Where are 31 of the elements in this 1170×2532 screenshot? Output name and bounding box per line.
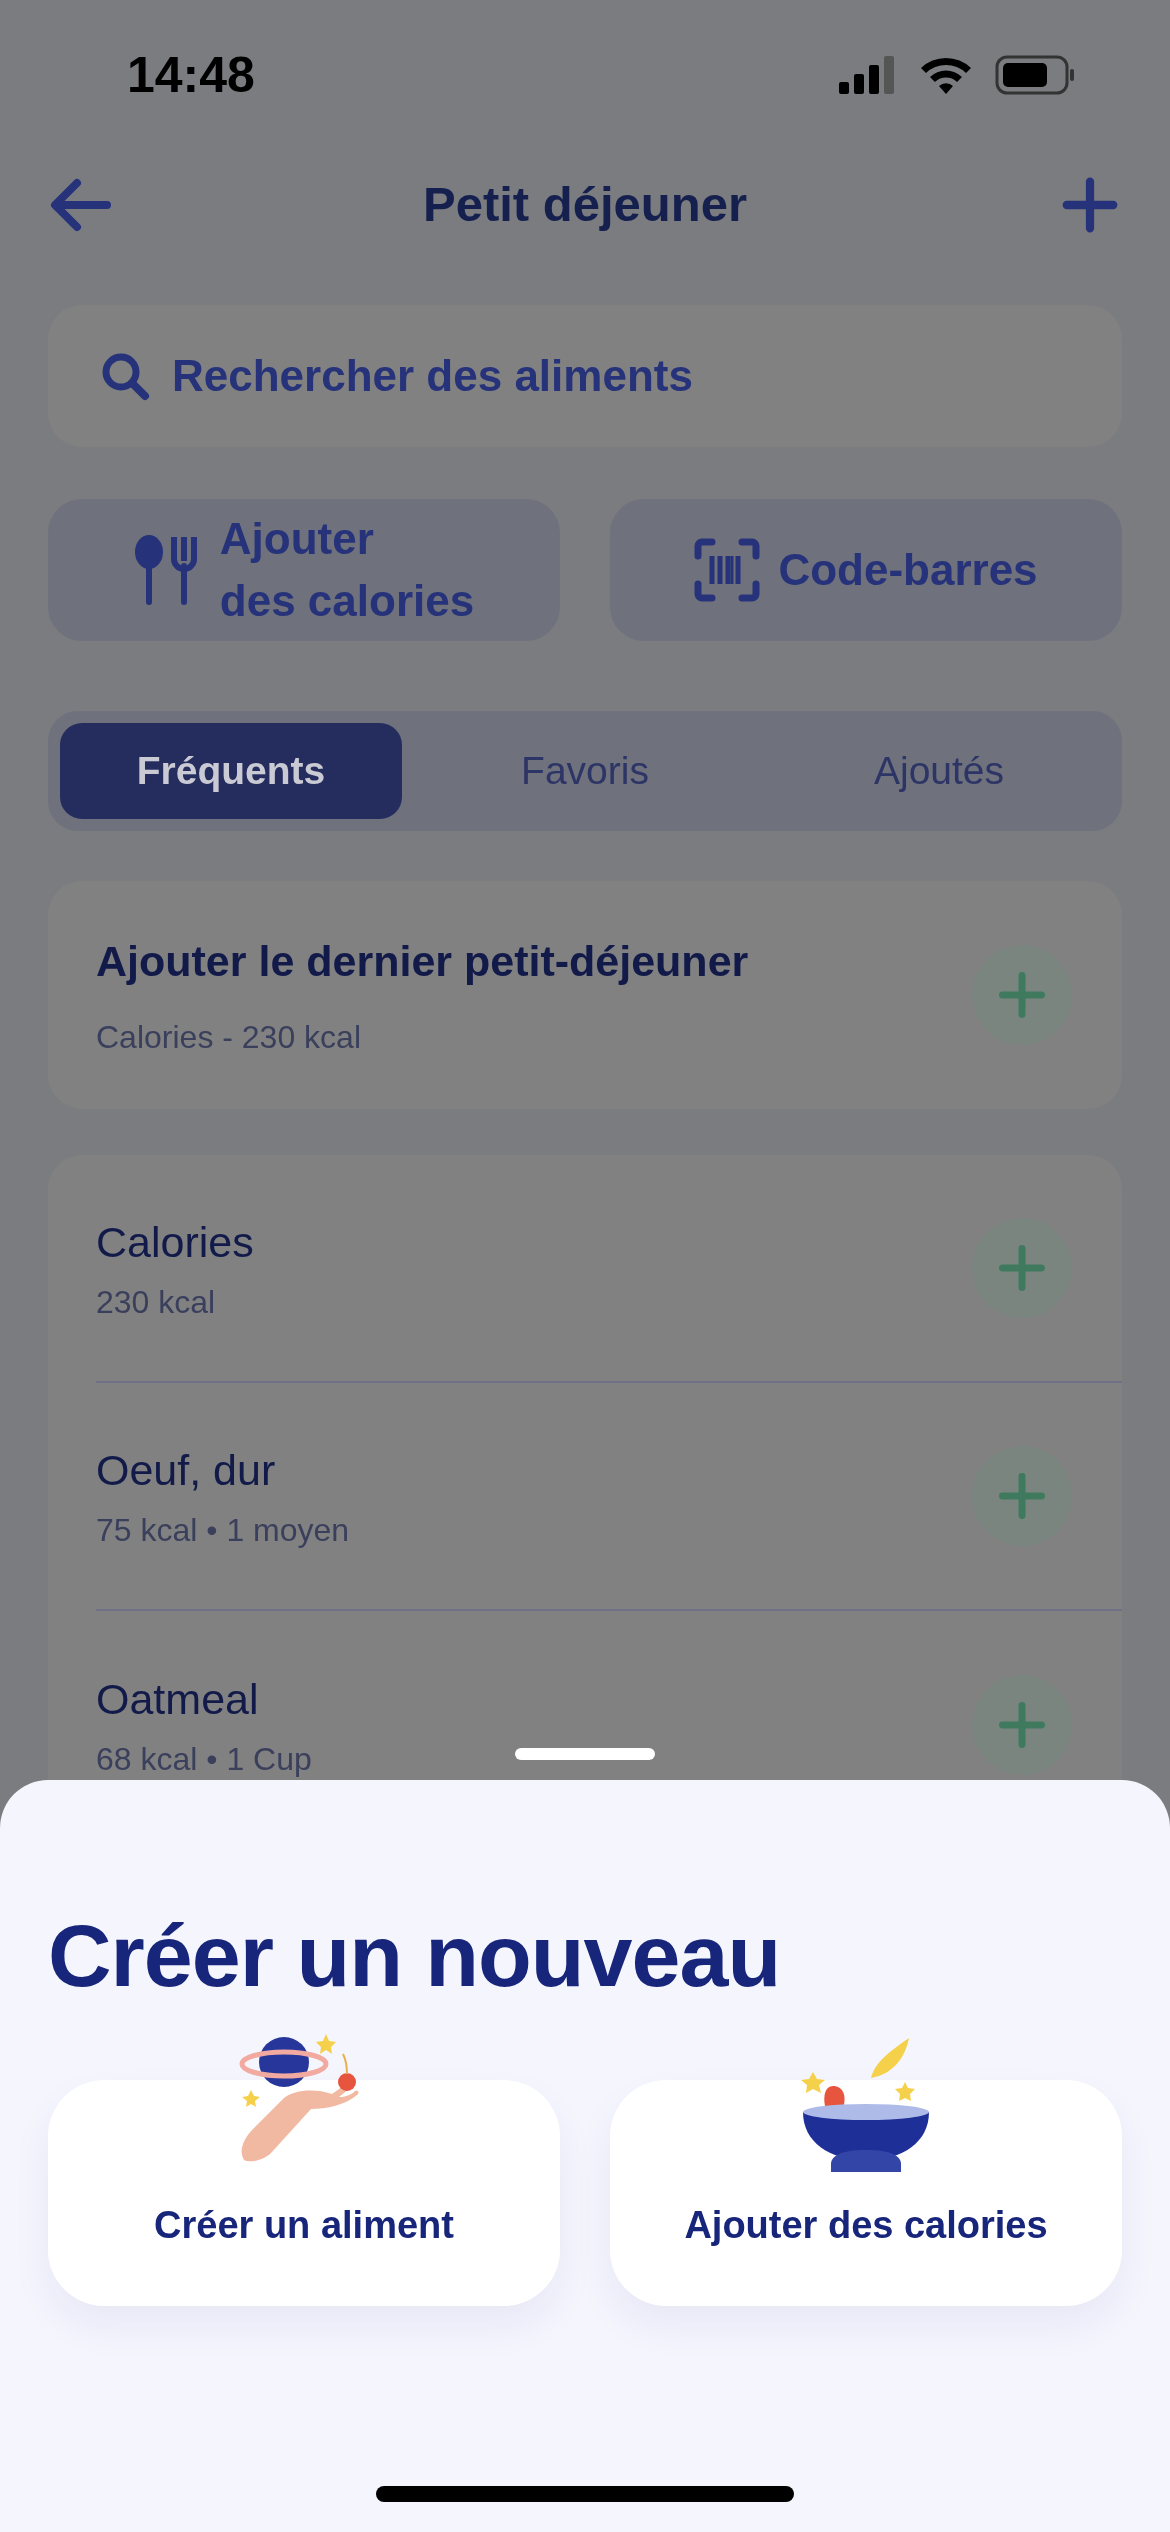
create-option-button[interactable]: Ajouter des calories [610,2080,1122,2306]
plus-icon [996,1242,1048,1294]
battery-icon [995,55,1075,95]
quick-action-button[interactable]: Code-barres [610,499,1122,641]
quick-action-button[interactable]: Ajouter des calories [48,499,560,641]
wifi-icon [919,55,973,95]
food-detail: 75 kcal • 1 moyen [96,1511,350,1551]
tab[interactable]: Fréquents [60,723,402,819]
food-detail: 68 kcal • 1 Cup [96,1740,312,1780]
food-name: Oeuf, dur [96,1444,277,1496]
tab[interactable]: Favoris [414,723,756,819]
last-meal-title: Ajouter le dernier petit-déjeuner [96,935,749,987]
food-name: Oatmeal [96,1673,260,1725]
sheet-handle[interactable] [515,1748,655,1760]
barcode-icon [694,538,761,602]
search-input[interactable]: Rechercher des aliments [172,343,1070,409]
plus-icon [996,969,1048,1021]
signal-icon [839,56,897,94]
create-option-button[interactable]: Créer un aliment [48,2080,560,2306]
food-name: Calories [96,1216,254,1268]
search-icon [100,351,150,401]
sheet-title: Créer un nouveau [48,1905,781,2007]
screen-title: Petit déjeuner [423,176,747,234]
status-time: 14:48 [126,45,255,105]
back-arrow-icon [49,177,111,233]
food-detail: 230 kcal [96,1283,217,1323]
search-field[interactable]: Rechercher des aliments [48,305,1122,447]
tab[interactable]: Ajoutés [768,723,1110,819]
last-meal-subtitle: Calories - 230 kcal [96,1018,362,1058]
plus-icon [996,1470,1048,1522]
plus-icon [996,1699,1048,1751]
